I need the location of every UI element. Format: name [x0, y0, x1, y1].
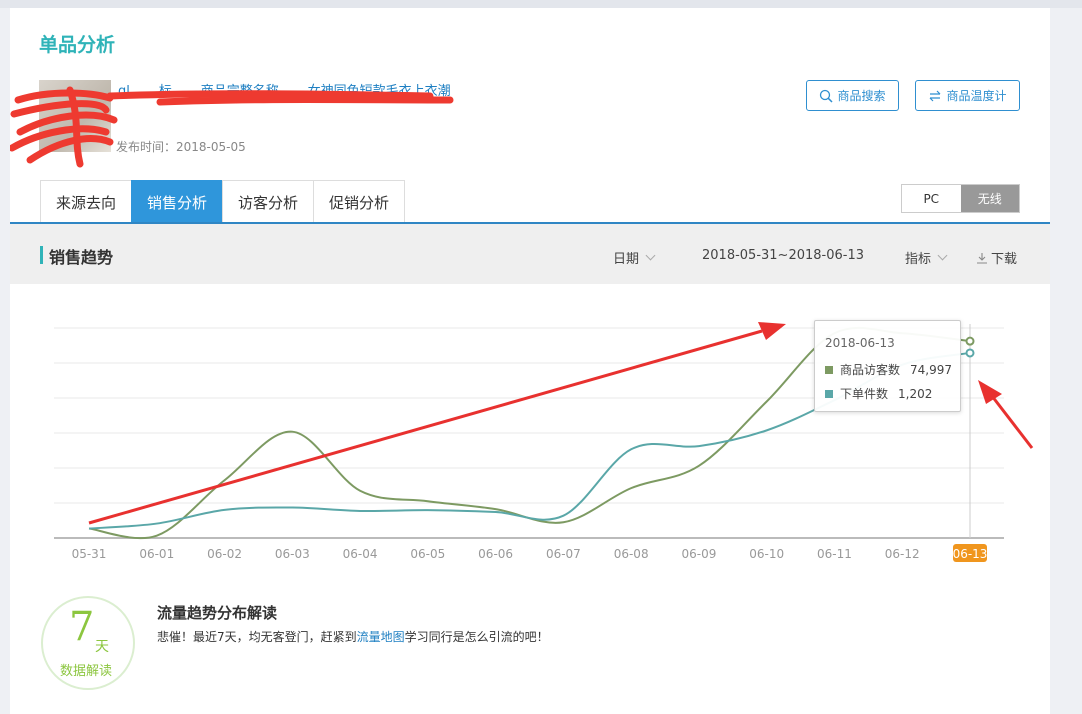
- date-dropdown[interactable]: 日期: [613, 248, 658, 267]
- annotation-arrowhead: [978, 380, 1002, 404]
- x-tick-label: 06-02: [207, 547, 242, 561]
- product-search-label: 商品搜索: [837, 89, 886, 103]
- date-dropdown-label: 日期: [613, 252, 640, 267]
- product-thermometer-button[interactable]: 商品温度计: [915, 80, 1020, 111]
- device-wireless-option[interactable]: 无线: [960, 185, 1019, 212]
- metric-dropdown-label: 指标: [905, 252, 932, 267]
- x-tick-label: 06-13: [953, 547, 988, 561]
- tooltip-row-visitors: 商品访客数 74,997: [825, 361, 952, 378]
- tab-visitor-analysis[interactable]: 访客分析: [222, 180, 314, 224]
- tooltip-series-name: 商品访客数: [840, 363, 901, 377]
- legend-swatch: [825, 389, 833, 398]
- window-top-strip: [0, 0, 1082, 8]
- product-search-button[interactable]: 商品搜索: [806, 80, 899, 111]
- x-tick-label: 06-06: [478, 547, 513, 561]
- annotation-arrowhead: [758, 322, 786, 340]
- seven-day-badge: 7 天 数据解读: [41, 596, 135, 690]
- data-point[interactable]: [965, 336, 975, 346]
- device-switch: PC 无线: [901, 184, 1020, 213]
- tooltip-series-value: 74,997: [910, 362, 953, 377]
- insight-text: 悲催！最近7天，均无客登门，赶紧到流量地图学习同行是怎么引流的吧！: [157, 628, 549, 645]
- traffic-map-link[interactable]: 流量地图: [357, 630, 405, 644]
- publish-label: 发布时间：: [116, 140, 177, 154]
- x-tick-label: 06-09: [681, 547, 716, 561]
- x-tick-label: 06-01: [139, 547, 174, 561]
- publish-time: 发布时间：2018-05-05: [116, 138, 246, 155]
- badge-label: 数据解读: [60, 664, 113, 679]
- sales-trend-header: 销售趋势 日期 2018-05-31~2018-06-13 指标 下载: [10, 224, 1050, 284]
- annotation-arrow-trend: [88, 329, 763, 525]
- x-tick-label: 06-05: [410, 547, 445, 561]
- tooltip-series-value: 1,202: [898, 386, 933, 401]
- data-point[interactable]: [965, 348, 975, 358]
- badge-unit: 天: [95, 639, 109, 655]
- page-title: 单品分析: [39, 34, 116, 56]
- badge-number: 7: [69, 604, 95, 650]
- download-button[interactable]: 下载: [976, 248, 1017, 267]
- x-tick-label: 06-11: [817, 547, 852, 561]
- section-title: 销售趋势: [49, 248, 114, 267]
- tab-promotion-analysis[interactable]: 促销分析: [313, 180, 406, 224]
- search-icon: [820, 89, 834, 103]
- insight-text-before: 悲催！最近7天，均无客登门，赶紧到: [157, 630, 357, 644]
- product-thermometer-label: 商品温度计: [946, 89, 1007, 103]
- metric-dropdown[interactable]: 指标: [905, 248, 950, 267]
- tooltip-row-orders: 下单件数 1,202: [825, 385, 932, 402]
- section-accent-bar: [40, 246, 43, 264]
- insight-title: 流量趋势分布解读: [157, 604, 278, 622]
- swap-arrows-icon: [930, 90, 941, 101]
- x-tick-label: 06-03: [275, 547, 310, 561]
- annotation-arrow-pointer: [990, 395, 1034, 449]
- date-range: 2018-05-31~2018-06-13: [702, 248, 864, 263]
- x-tick-label: 06-08: [614, 547, 649, 561]
- insight-text-after: 学习同行是怎么引流的吧！: [404, 630, 549, 644]
- device-pc-option[interactable]: PC: [902, 185, 961, 212]
- download-icon: [977, 252, 987, 264]
- legend-swatch: [825, 365, 833, 374]
- single-product-analysis-panel: 单品分析 ql...... 标.......商品完整名称.......女神同色短…: [10, 8, 1050, 714]
- chevron-down-icon: [645, 250, 656, 261]
- chevron-down-icon: [937, 250, 948, 261]
- x-tick-label: 06-12: [885, 547, 920, 561]
- product-thumbnail[interactable]: [39, 80, 111, 152]
- x-tick-label: 06-10: [749, 547, 784, 561]
- publish-date: 2018-05-05: [176, 140, 246, 154]
- tab-source[interactable]: 来源去向: [40, 180, 132, 224]
- tooltip-series-name: 下单件数: [840, 387, 889, 401]
- download-label: 下载: [991, 252, 1018, 267]
- x-tick-label: 06-04: [343, 547, 378, 561]
- tab-sales-analysis[interactable]: 销售分析: [131, 180, 223, 224]
- product-title-link[interactable]: ql...... 标.......商品完整名称.......女神同色短款毛衣上衣…: [118, 80, 578, 99]
- x-tick-label: 05-31: [72, 547, 107, 561]
- chart-tooltip: 2018-06-13 商品访客数 74,997 下单件数 1,202: [814, 320, 961, 412]
- analysis-tabs: 来源去向 销售分析 访客分析 促销分析: [40, 180, 406, 224]
- tooltip-date: 2018-06-13: [825, 336, 895, 350]
- x-tick-label: 06-07: [546, 547, 581, 561]
